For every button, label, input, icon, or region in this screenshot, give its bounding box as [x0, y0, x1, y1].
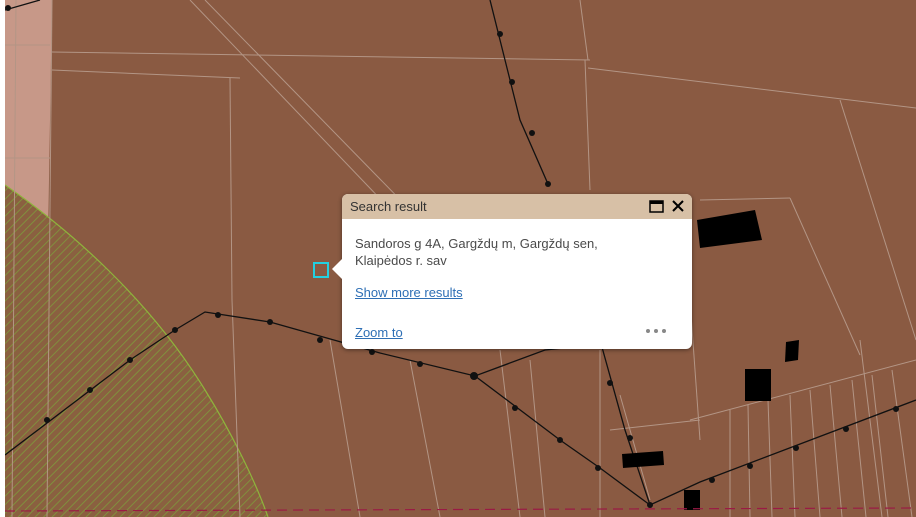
maximize-icon: [649, 200, 664, 213]
search-result-popup: Search result Sandoros g 4A, Gargždų m, …: [332, 194, 692, 349]
show-more-results-link[interactable]: Show more results: [355, 285, 463, 300]
map-viewer: Search result Sandoros g 4A, Gargždų m, …: [0, 0, 916, 517]
zoom-to-link[interactable]: Zoom to: [355, 325, 403, 340]
popup-title: Search result: [350, 199, 427, 214]
address-line-1: Sandoros g 4A, Gargždų m, Gargždų sen,: [355, 236, 598, 251]
popup-pointer: [332, 258, 343, 280]
close-button[interactable]: [669, 197, 687, 215]
maximize-button[interactable]: [649, 200, 664, 213]
popup-header: Search result: [342, 194, 692, 219]
address-line-2: Klaipėdos r. sav: [355, 253, 447, 268]
close-icon: [672, 200, 684, 212]
more-actions-button[interactable]: [644, 323, 668, 337]
more-actions-icon: [646, 329, 650, 333]
result-address: Sandoros g 4A, Gargždų m, Gargždų sen, K…: [355, 235, 675, 269]
